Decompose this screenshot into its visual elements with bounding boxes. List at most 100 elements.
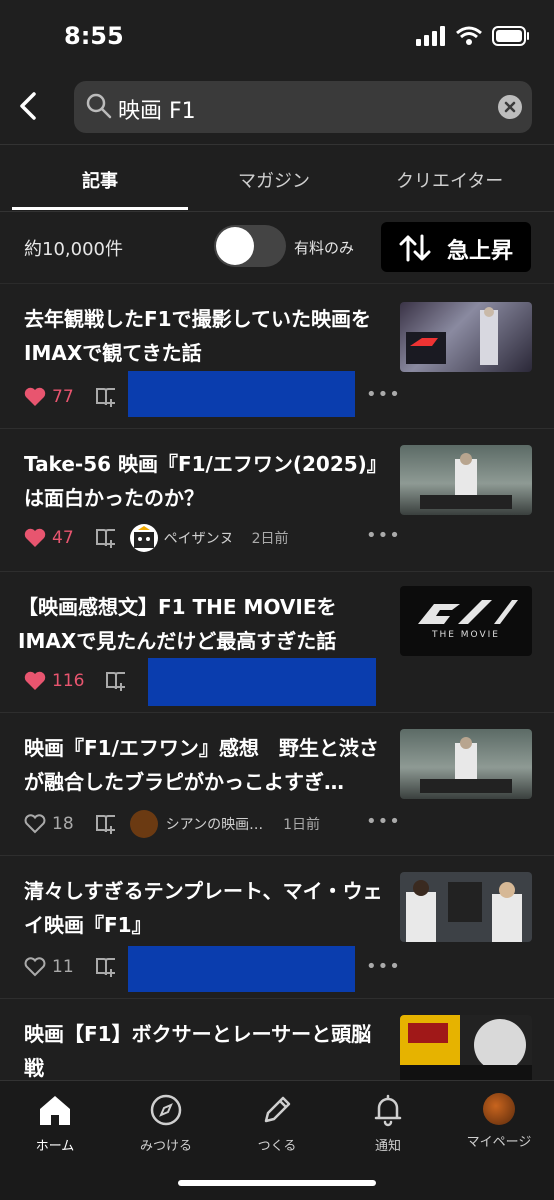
thumbnail-image xyxy=(420,453,512,509)
sort-arrows-icon xyxy=(399,234,431,262)
article-meta: 11 xyxy=(24,952,118,982)
like-count: 47 xyxy=(52,528,74,548)
article-item[interactable]: 映画【F1】ボクサーとレーサーと頭脳戦 xyxy=(0,999,554,1080)
tab-creators[interactable]: クリエイター xyxy=(396,167,503,193)
heart-filled-icon[interactable] xyxy=(24,528,46,548)
article-thumbnail[interactable] xyxy=(400,872,532,942)
add-to-magazine-icon[interactable] xyxy=(94,955,118,979)
thumbnail-image xyxy=(406,307,498,365)
search-query[interactable]: 映画 F1 xyxy=(118,93,196,125)
redacted-author xyxy=(148,658,376,706)
like-count: 77 xyxy=(52,387,74,407)
posted-time: 2日前 xyxy=(251,531,289,547)
article-meta: 18 シアンの映画… 1日前 xyxy=(24,809,320,839)
chevron-left-icon xyxy=(20,92,36,120)
nav-label: みつける xyxy=(139,1139,192,1154)
nav-notifications[interactable]: 通知 xyxy=(333,1093,443,1154)
nav-create[interactable]: つくる xyxy=(222,1093,332,1154)
redacted-author xyxy=(128,946,355,992)
heart-outline-icon[interactable] xyxy=(24,814,46,834)
top-bar: 映画 F1 xyxy=(0,72,554,145)
bell-icon xyxy=(374,1094,402,1127)
article-item[interactable]: 去年観戦したF1で撮影していた映画をIMAXで観てきた話 77 ••• xyxy=(0,284,554,429)
add-to-magazine-icon[interactable] xyxy=(94,812,118,836)
like-count: 11 xyxy=(52,957,74,977)
heart-filled-icon[interactable] xyxy=(24,387,46,407)
redacted-author xyxy=(128,371,355,417)
battery-icon xyxy=(492,26,529,46)
status-icons xyxy=(416,26,530,46)
article-meta: 77 xyxy=(24,382,118,412)
article-item[interactable]: Take-56 映画『F1/エフワン(2025)』は面白かったのか？ 47 ペイ… xyxy=(0,429,554,572)
author-name[interactable]: ペイザンヌ xyxy=(164,528,234,548)
more-options-button[interactable]: ••• xyxy=(366,525,401,546)
nav-label: マイページ xyxy=(466,1135,532,1150)
article-thumbnail[interactable] xyxy=(400,445,532,515)
nav-discover[interactable]: みつける xyxy=(111,1093,221,1154)
avatar-image xyxy=(133,526,154,548)
article-thumbnail[interactable] xyxy=(400,1015,532,1080)
sort-label: 急上昇 xyxy=(447,239,514,264)
avatar xyxy=(483,1093,515,1125)
article-item[interactable]: 清々しすぎるテンプレート、マイ・ウェイ映画『F1』 11 ••• xyxy=(0,856,554,999)
add-to-magazine-icon[interactable] xyxy=(94,526,118,550)
sort-button[interactable]: 急上昇 xyxy=(381,222,531,272)
close-icon xyxy=(504,101,516,113)
like-count: 116 xyxy=(52,671,85,691)
thumbnail-image xyxy=(400,1015,532,1080)
like-count: 18 xyxy=(52,814,74,834)
article-title[interactable]: 清々しすぎるテンプレート、マイ・ウェイ映画『F1』 xyxy=(24,874,384,942)
more-options-button[interactable]: ••• xyxy=(366,384,401,405)
f1-logo-image xyxy=(418,600,518,624)
toggle-knob xyxy=(216,227,254,265)
article-thumbnail[interactable] xyxy=(400,729,532,799)
article-thumbnail[interactable] xyxy=(400,302,532,372)
compass-icon xyxy=(150,1094,182,1126)
author-avatar[interactable] xyxy=(129,524,158,552)
tab-articles[interactable]: 記事 xyxy=(82,167,118,193)
search-icon xyxy=(86,93,112,119)
article-item[interactable]: 【映画感想文】F1 THE MOVIEをIMAXで見たんだけど最高すぎた話 TH… xyxy=(0,572,554,713)
article-title[interactable]: 映画【F1】ボクサーとレーサーと頭脳戦 xyxy=(24,1017,384,1080)
tab-bar: 記事 マガジン クリエイター xyxy=(0,145,554,212)
add-to-magazine-icon[interactable] xyxy=(104,669,128,693)
pencil-icon xyxy=(264,1096,291,1123)
home-icon xyxy=(40,1096,70,1125)
article-title[interactable]: 映画『F1/エフワン』感想 野生と渋さが融合したブラピがかっこよすぎ… xyxy=(24,731,384,799)
article-title[interactable]: Take-56 映画『F1/エフワン(2025)』は面白かったのか？ xyxy=(24,447,384,515)
article-title[interactable]: 【映画感想文】F1 THE MOVIEをIMAXで見たんだけど最高すぎた話 xyxy=(18,590,388,658)
more-options-button[interactable]: ••• xyxy=(366,956,401,977)
back-button[interactable] xyxy=(10,86,50,126)
nav-label: つくる xyxy=(257,1139,297,1154)
thumbnail-image xyxy=(406,880,522,942)
active-tab-indicator xyxy=(12,207,188,210)
filter-bar: 約10,000件 有料のみ 急上昇 xyxy=(0,211,554,284)
paid-only-toggle[interactable] xyxy=(214,225,286,267)
article-title[interactable]: 去年観戦したF1で撮影していた映画をIMAXで観てきた話 xyxy=(24,302,384,370)
status-bar: 8:55 xyxy=(0,0,554,72)
wifi-icon xyxy=(456,26,482,45)
posted-time: 1日前 xyxy=(283,817,321,833)
author-name[interactable]: シアンの映画… xyxy=(166,814,263,834)
article-meta: 47 ペイザンヌ 2日前 xyxy=(24,523,289,553)
article-meta: 116 xyxy=(24,666,128,696)
add-to-magazine-icon[interactable] xyxy=(94,385,118,409)
clear-search-button[interactable] xyxy=(498,95,522,119)
home-indicator xyxy=(178,1180,376,1186)
nav-home[interactable]: ホーム xyxy=(0,1093,110,1154)
thumbnail-image xyxy=(420,737,512,793)
heart-filled-icon[interactable] xyxy=(24,671,46,691)
result-count: 約10,000件 xyxy=(24,239,123,260)
nav-mypage[interactable]: マイページ xyxy=(444,1093,554,1150)
heart-outline-icon[interactable] xyxy=(24,957,46,977)
paid-only-label: 有料のみ xyxy=(294,239,355,257)
nav-label: 通知 xyxy=(374,1139,401,1154)
author-avatar[interactable] xyxy=(129,810,158,838)
article-thumbnail[interactable]: THE MOVIE xyxy=(400,586,532,656)
more-options-button[interactable]: ••• xyxy=(366,811,401,832)
article-item[interactable]: 映画『F1/エフワン』感想 野生と渋さが融合したブラピがかっこよすぎ… 18 シ… xyxy=(0,713,554,856)
tab-magazines[interactable]: マガジン xyxy=(238,167,310,193)
search-field[interactable]: 映画 F1 xyxy=(74,81,532,133)
status-time: 8:55 xyxy=(64,22,124,50)
signal-icon xyxy=(416,26,445,46)
